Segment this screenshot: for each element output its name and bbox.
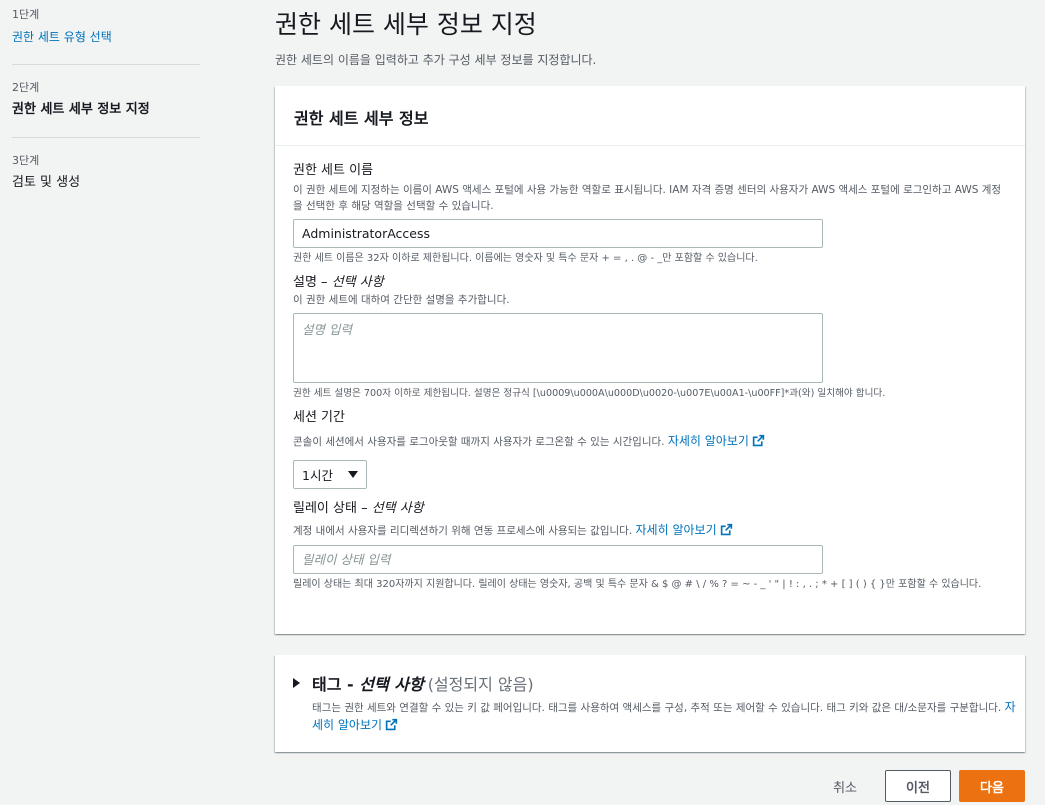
step-3: 3단계 검토 및 생성 [12, 154, 203, 192]
step-2-title: 권한 세트 세부 정보 지정 [12, 102, 150, 117]
external-link-icon [752, 434, 765, 447]
relay-description-text: 계정 내에서 사용자를 리디렉션하기 위해 연동 프로세스에 사용되는 값입니다… [293, 525, 633, 537]
session-duration-select[interactable]: 1시간 [293, 460, 367, 489]
tags-panel: 태그 - 선택 사항 (설정되지 않음) 태그는 권한 세트와 연결할 수 있는… [275, 655, 1025, 752]
step-3-number: 3단계 [12, 154, 40, 167]
wizard-footer: 취소 이전 다음 [833, 770, 1025, 802]
relay-state-input[interactable] [293, 545, 823, 574]
step-1-number: 1단계 [12, 8, 40, 21]
relay-description: 계정 내에서 사용자를 리디렉션하기 위해 연동 프로세스에 사용되는 값입니다… [293, 522, 1007, 539]
permission-set-details-panel: 권한 세트 세부 정보 권한 세트 이름 이 권한 세트에 지정하는 이름이 A… [275, 86, 1025, 634]
name-constraint: 권한 세트 이름은 32자 이하로 제한됩니다. 이름에는 영숫자 및 특수 문… [293, 253, 758, 264]
description-textarea[interactable] [293, 313, 823, 383]
name-label: 권한 세트 이름 [293, 163, 374, 178]
step-2: 2단계 권한 세트 세부 정보 지정 [12, 81, 203, 119]
description-constraint: 권한 세트 설명은 700자 이하로 제한됩니다. 설명은 정규식 [\u000… [293, 388, 886, 399]
relay-learn-more-link[interactable]: 자세히 알아보기 [636, 523, 733, 537]
session-duration-field: 세션 기간 콘솔이 세션에서 사용자를 로그아웃할 때까지 사용자가 로그온할 … [293, 409, 1007, 489]
name-field: 권한 세트 이름 이 권한 세트에 지정하는 이름이 AWS 액세스 포털에 사… [293, 162, 1007, 266]
next-button[interactable]: 다음 [959, 770, 1025, 802]
tags-description-text: 태그는 권한 세트와 연결할 수 있는 키 값 페어입니다. 태그를 사용하여 … [312, 702, 1002, 714]
description-field: 설명 – 선택 사항 이 권한 세트에 대하여 간단한 설명을 추가합니다. 권… [293, 274, 1007, 401]
relay-learn-more-text: 자세히 알아보기 [635, 523, 717, 537]
description-label-optional: 선택 사항 [331, 275, 384, 290]
external-link-icon [720, 523, 732, 536]
step-3-title: 검토 및 생성 [12, 175, 81, 190]
external-link-icon [385, 718, 398, 731]
relay-label-text: 릴레이 상태 – [293, 501, 372, 516]
session-label: 세션 기간 [293, 410, 345, 425]
session-learn-more-text: 자세히 알아보기 [667, 434, 749, 448]
step-divider [12, 64, 200, 65]
session-description: 콘솔이 세션에서 사용자를 로그아웃할 때까지 사용자가 로그온할 수 있는 시… [293, 433, 1007, 450]
tags-title-text: 태그 - [312, 675, 360, 694]
panel-title: 권한 세트 세부 정보 [275, 86, 1025, 146]
page-header: 권한 세트 세부 정보 지정 권한 세트의 이름을 입력하고 추가 구성 세부 … [275, 0, 1027, 68]
description-label-text: 설명 – [293, 275, 332, 290]
relay-label: 릴레이 상태 – 선택 사항 [293, 500, 1007, 518]
page-description: 권한 세트의 이름을 입력하고 추가 구성 세부 정보를 지정합니다. [275, 53, 597, 67]
tags-expander[interactable]: 태그 - 선택 사항 (설정되지 않음) [293, 671, 1007, 695]
previous-button[interactable]: 이전 [885, 770, 951, 802]
name-description: 이 권한 세트에 지정하는 이름이 AWS 액세스 포털에 사용 가능한 역할로… [293, 184, 1002, 212]
session-duration-value: 1시간 [302, 468, 333, 483]
caret-right-icon [293, 678, 300, 688]
session-description-text: 콘솔이 세션에서 사용자를 로그아웃할 때까지 사용자가 로그온할 수 있는 시… [293, 436, 665, 448]
relay-label-optional: 선택 사항 [371, 501, 424, 516]
page-title: 권한 세트 세부 정보 지정 [275, 10, 537, 39]
caret-down-icon [348, 471, 358, 478]
name-input[interactable] [293, 219, 823, 248]
step-1: 1단계 권한 세트 유형 선택 [12, 8, 203, 46]
cancel-button[interactable]: 취소 [833, 777, 857, 796]
tags-status: (설정되지 않음) [427, 675, 534, 694]
description-help: 이 권한 세트에 대하여 간단한 설명을 추가합니다. [293, 294, 510, 306]
tags-description: 태그는 권한 세트와 연결할 수 있는 키 값 페어입니다. 태그를 사용하여 … [293, 699, 1023, 735]
wizard-steps: 1단계 권한 세트 유형 선택 2단계 권한 세트 세부 정보 지정 3단계 검… [0, 0, 215, 805]
description-label: 설명 – 선택 사항 [293, 274, 1007, 292]
tags-title: 태그 - 선택 사항 [312, 671, 424, 695]
step-divider [12, 137, 200, 138]
session-learn-more-link[interactable]: 자세히 알아보기 [668, 434, 765, 448]
relay-constraint: 릴레이 상태는 최대 320자까지 지원합니다. 릴레이 상태는 영숫자, 공백… [293, 579, 982, 590]
step-1-link[interactable]: 권한 세트 유형 선택 [12, 28, 203, 46]
tags-title-optional: 선택 사항 [359, 675, 424, 694]
step-2-number: 2단계 [12, 81, 40, 94]
relay-state-field: 릴레이 상태 – 선택 사항 계정 내에서 사용자를 리디렉션하기 위해 연동 … [293, 500, 1007, 592]
